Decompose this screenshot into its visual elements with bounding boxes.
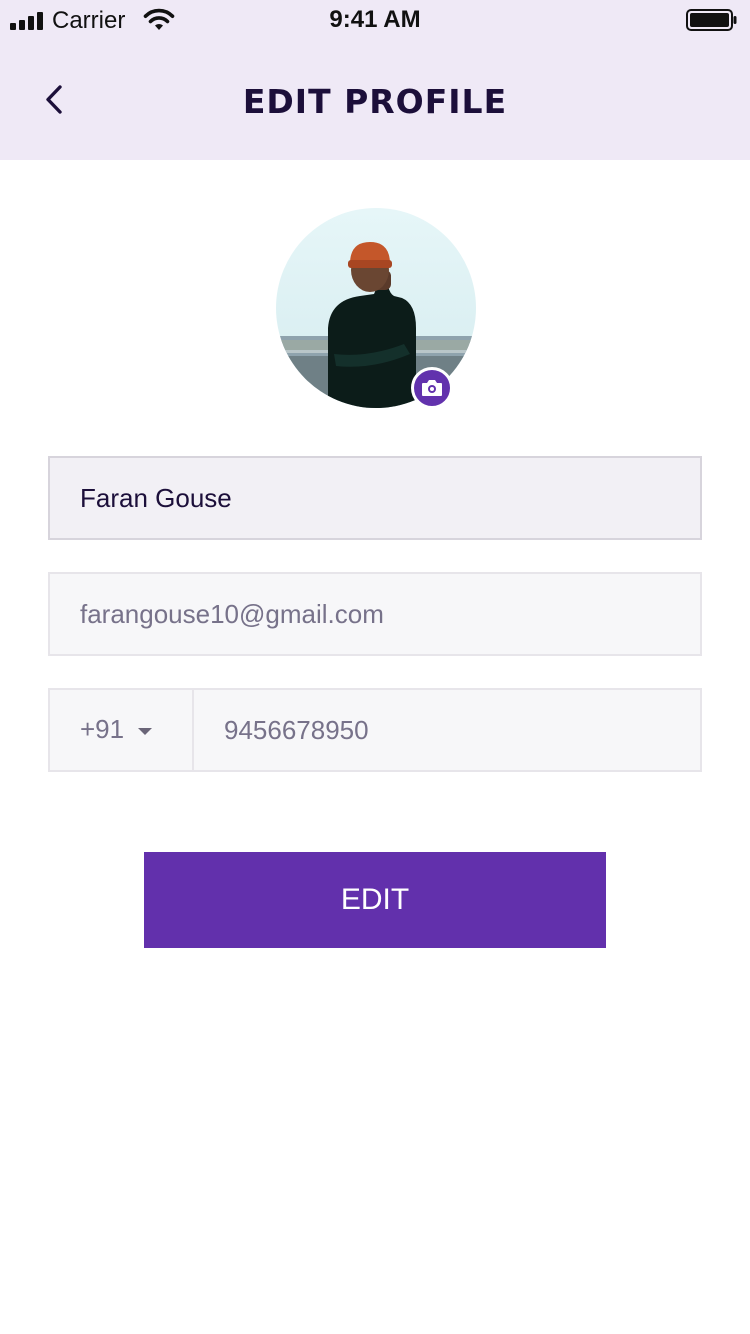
status-time: 9:41 AM (329, 6, 421, 33)
edit-button[interactable]: EDIT (144, 852, 606, 948)
phone-input[interactable] (194, 690, 702, 770)
page-title: EDIT PROFILE (242, 82, 508, 121)
email-input[interactable] (50, 574, 700, 654)
email-field[interactable] (48, 572, 702, 656)
name-input[interactable] (50, 458, 700, 538)
status-bar: Carrier 9:41 AM (0, 0, 750, 40)
caret-down-icon (138, 728, 152, 735)
camera-icon (422, 380, 442, 396)
country-code-select[interactable]: +91 (50, 690, 194, 770)
name-field[interactable] (48, 456, 702, 540)
battery-icon (686, 9, 737, 31)
change-photo-button[interactable] (411, 367, 453, 409)
phone-field[interactable]: +91 (48, 688, 702, 772)
country-code-value: +91 (80, 714, 125, 744)
